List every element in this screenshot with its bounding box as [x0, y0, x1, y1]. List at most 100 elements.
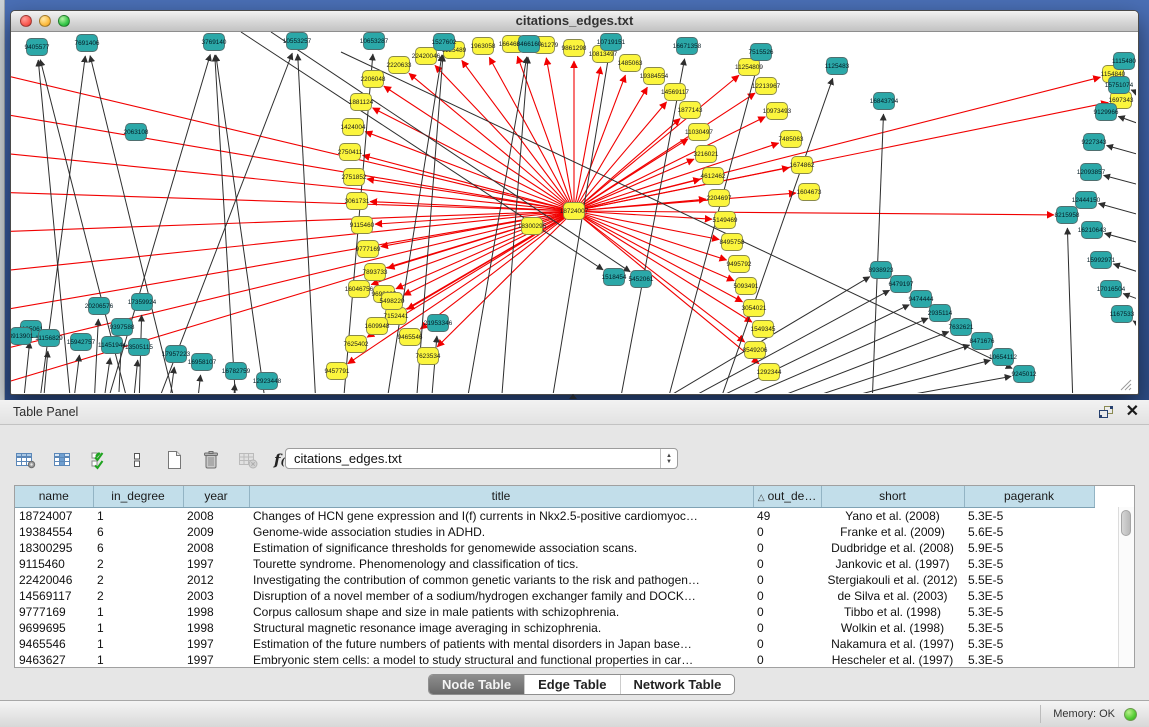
- table-select-dropdown[interactable]: citations_edges.txt ▲▼: [285, 448, 678, 469]
- column-header-pagerank[interactable]: pagerank: [964, 486, 1094, 507]
- graph-node[interactable]: 16210643: [1078, 222, 1107, 239]
- column-header-short[interactable]: short: [821, 486, 964, 507]
- graph-node[interactable]: 1518454: [602, 269, 627, 286]
- resize-grip-icon[interactable]: [1121, 380, 1131, 390]
- graph-node[interactable]: 10719151: [597, 34, 626, 51]
- graph-node[interactable]: 1485063: [618, 55, 643, 72]
- table-row[interactable]: 1456911722003Disruption of a novel membe…: [15, 588, 1094, 604]
- graph-node[interactable]: 1527602: [432, 34, 457, 51]
- graph-node[interactable]: 8215958: [1055, 207, 1080, 224]
- network-graph[interactable]: 1872400718300295220604818811241424004275…: [11, 32, 1136, 393]
- close-panel-icon[interactable]: ✕: [1126, 403, 1139, 421]
- graph-node[interactable]: 8466160: [517, 36, 542, 53]
- column-header-name[interactable]: name: [15, 486, 93, 507]
- graph-node[interactable]: 4612462: [701, 168, 726, 185]
- graph-node[interactable]: 7625402: [344, 336, 369, 353]
- tab-network-table[interactable]: Network Table: [620, 675, 735, 694]
- graph-node[interactable]: 2750411: [338, 144, 363, 161]
- graph-node[interactable]: 9474444: [909, 291, 934, 308]
- network-window[interactable]: citations_edges.txt 18724007183002952206…: [10, 10, 1139, 395]
- graph-node[interactable]: 3061731: [345, 193, 370, 210]
- show-columns-icon[interactable]: [51, 448, 75, 472]
- graph-node[interactable]: 3769140: [202, 34, 227, 51]
- graph-node[interactable]: 1549345: [751, 321, 776, 338]
- graph-node[interactable]: 5452061: [629, 271, 654, 288]
- graph-node[interactable]: 20206576: [85, 298, 114, 315]
- graph-node[interactable]: 2206048: [361, 71, 386, 88]
- graph-node[interactable]: 2220633: [387, 57, 412, 74]
- graph-node[interactable]: 2204697: [707, 190, 732, 207]
- graph-node[interactable]: 8495758: [720, 234, 745, 251]
- graph-node[interactable]: 9405577: [25, 39, 50, 56]
- graph-node[interactable]: 19384554: [640, 68, 669, 85]
- graph-node[interactable]: 7515526: [749, 44, 774, 61]
- graph-node[interactable]: 10653287: [360, 33, 389, 50]
- delete-table-icon[interactable]: [236, 448, 260, 472]
- graph-node[interactable]: 1877143: [678, 102, 703, 119]
- graph-node[interactable]: 7623534: [416, 348, 441, 365]
- graph-node[interactable]: 9129966: [1094, 104, 1119, 121]
- graph-node[interactable]: 11451944: [98, 337, 126, 354]
- graph-node[interactable]: 1125483: [825, 58, 850, 75]
- table-row[interactable]: 2242004622012Investigating the contribut…: [15, 572, 1094, 588]
- graph-node[interactable]: 17359924: [128, 294, 157, 311]
- graph-node[interactable]: 12093857: [1077, 164, 1106, 181]
- graph-node[interactable]: 11030497: [685, 124, 713, 141]
- graph-node[interactable]: 1424004: [341, 119, 366, 136]
- graph-node[interactable]: 1963058: [471, 38, 496, 55]
- delete-rows-icon[interactable]: [199, 448, 223, 472]
- column-header-out_de[interactable]: △out_de…: [753, 486, 821, 507]
- graph-node[interactable]: 12923448: [253, 373, 282, 390]
- graph-node[interactable]: 7485063: [779, 131, 804, 148]
- graph-node[interactable]: 10654112: [989, 349, 1017, 366]
- graph-node[interactable]: 9465546: [398, 329, 423, 346]
- graph-node[interactable]: 2751852: [342, 169, 367, 186]
- memory-status-indicator[interactable]: [1124, 708, 1137, 721]
- graph-node[interactable]: 14569117: [661, 84, 689, 101]
- table-scrollbar[interactable]: [1118, 507, 1134, 667]
- graph-node[interactable]: 1115480: [1112, 53, 1136, 70]
- graph-node[interactable]: 12444150: [1072, 192, 1101, 209]
- graph-node[interactable]: 8471676: [970, 333, 995, 350]
- table-row[interactable]: 1872400712008Changes of HCN gene express…: [15, 507, 1094, 524]
- graph-node[interactable]: 9397588: [110, 319, 135, 336]
- graph-node[interactable]: 12213967: [752, 78, 781, 95]
- graph-node[interactable]: 1674862: [790, 157, 815, 174]
- graph-node[interactable]: 16046756: [345, 281, 374, 298]
- graph-node[interactable]: 16843794: [870, 93, 899, 110]
- network-view-canvas[interactable]: 1872400718300295220604818811241424004275…: [11, 32, 1136, 393]
- column-header-year[interactable]: year: [183, 486, 249, 507]
- graph-node[interactable]: 2063108: [124, 124, 149, 141]
- graph-node[interactable]: 17016504: [1097, 281, 1126, 298]
- graph-node[interactable]: 1167533: [1110, 306, 1135, 323]
- graph-node[interactable]: 9495792: [727, 256, 752, 273]
- table-row[interactable]: 946362711997Embryonic stem cells: a mode…: [15, 652, 1094, 668]
- row-height-icon[interactable]: [125, 448, 149, 472]
- graph-node[interactable]: 8938923: [869, 262, 894, 279]
- graph-node[interactable]: 3216021: [694, 146, 719, 163]
- graph-node[interactable]: 5498220: [380, 293, 405, 310]
- graph-node[interactable]: 1609948: [365, 318, 390, 335]
- graph-node[interactable]: 16782759: [222, 363, 251, 380]
- graph-node[interactable]: 9457791: [325, 363, 350, 380]
- table-row[interactable]: 1938455462009Genome-wide association stu…: [15, 524, 1094, 540]
- graph-node[interactable]: 5149469: [713, 212, 738, 229]
- tab-node-table[interactable]: Node Table: [429, 675, 524, 694]
- table-row[interactable]: 969969511998Structural magnetic resonanc…: [15, 620, 1094, 636]
- graph-node[interactable]: 11156829: [35, 330, 63, 347]
- graph-node[interactable]: 11254809: [735, 59, 763, 76]
- graph-node[interactable]: 1292344: [757, 364, 782, 381]
- graph-node[interactable]: 15992971: [1087, 252, 1116, 269]
- graph-node[interactable]: 7691406: [75, 35, 100, 52]
- table-scrollbar-thumb[interactable]: [1121, 510, 1131, 536]
- graph-node[interactable]: 15942757: [67, 334, 96, 351]
- graph-node[interactable]: 13505115: [125, 339, 153, 356]
- select-rows-icon[interactable]: [88, 448, 112, 472]
- table-row[interactable]: 946554611997Estimation of the future num…: [15, 636, 1094, 652]
- graph-node[interactable]: 18300295: [518, 218, 547, 235]
- graph-node[interactable]: 7893733: [363, 264, 388, 281]
- graph-node[interactable]: 9227343: [1082, 134, 1107, 151]
- graph-node[interactable]: 16958107: [188, 354, 217, 371]
- graph-node[interactable]: 5093491: [734, 278, 759, 295]
- table-row[interactable]: 1830029562008Estimation of significance …: [15, 540, 1094, 556]
